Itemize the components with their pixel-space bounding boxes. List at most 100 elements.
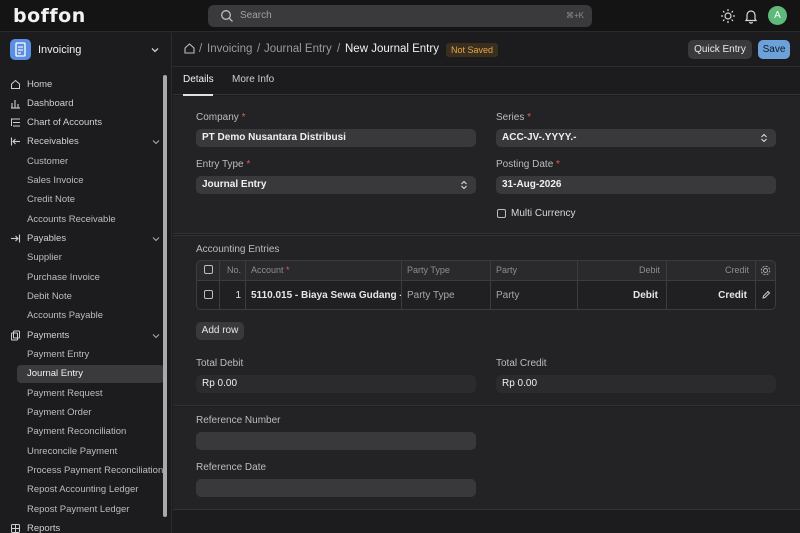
sidebar-item-debit-note[interactable]: Debit Note: [8, 288, 164, 306]
breadcrumb-journal-entry[interactable]: Journal Entry: [264, 43, 332, 55]
gear-icon[interactable]: [760, 265, 771, 276]
edit-icon[interactable]: [761, 290, 771, 300]
tab-more-info[interactable]: More Info: [232, 74, 274, 85]
breadcrumb-invoicing[interactable]: Invoicing: [207, 43, 252, 55]
page-title: New Journal Entry: [345, 43, 439, 55]
sidebar-item-home[interactable]: Home: [8, 76, 164, 94]
sidebar-item-sales-invoice[interactable]: Sales Invoice: [8, 172, 164, 190]
sidebar-item-credit-note[interactable]: Credit Note: [8, 191, 164, 209]
sidebar-item-journal-entry[interactable]: Journal Entry: [17, 365, 164, 383]
select-arrows-icon: [461, 180, 467, 190]
select-arrows-icon: [761, 133, 767, 143]
column-party-type: Party Type: [402, 261, 491, 280]
total-debit-label: Total Debit: [196, 358, 244, 369]
sidebar-item-receivables[interactable]: Receivables: [8, 133, 164, 151]
row-no: 1: [220, 280, 246, 309]
total-debit-field: Rp 0.00: [196, 375, 476, 393]
row-checkbox[interactable]: [204, 290, 213, 299]
sidebar-item-reports[interactable]: Reports: [8, 520, 164, 533]
sidebar-item-purchase-invoice[interactable]: Purchase Invoice: [8, 269, 164, 287]
company-field[interactable]: PT Demo Nusantara Distribusi: [196, 129, 476, 147]
sidebar-item-payment-entry[interactable]: Payment Entry: [8, 346, 164, 364]
reference-number-field[interactable]: [196, 432, 476, 450]
main-content: / Invoicing / Journal Entry / New Journa…: [173, 33, 800, 533]
multi-currency-label: Multi Currency: [511, 208, 576, 219]
posting-date-label: Posting Date *: [496, 159, 560, 170]
payments-icon: [11, 330, 20, 341]
sidebar-item-supplier[interactable]: Supplier: [8, 249, 164, 267]
series-select[interactable]: ACC-JV-.YYYY.-: [496, 129, 776, 147]
chevron-down-icon: [151, 48, 159, 53]
sidebar-item-accounts-receivable[interactable]: Accounts Receivable: [8, 211, 164, 229]
app-logo[interactable]: boffon: [13, 5, 86, 27]
chevron-down-icon: [152, 334, 160, 339]
arrow-in-icon: [10, 137, 20, 146]
accounting-grid: No. Account * Party Type Party Debit Cre…: [196, 260, 776, 310]
add-row-button[interactable]: Add row: [196, 322, 244, 340]
sidebar-item-repost-accounting-ledger[interactable]: Repost Accounting Ledger: [8, 481, 164, 499]
posting-date-field[interactable]: 31-Aug-2026: [496, 176, 776, 194]
table-row: [197, 280, 220, 309]
column-credit: Credit: [667, 261, 756, 280]
series-label: Series *: [496, 112, 532, 123]
status-badge: Not Saved: [446, 43, 499, 57]
chevron-down-icon: [152, 237, 160, 242]
row-debit[interactable]: Debit: [578, 280, 667, 309]
reference-number-label: Reference Number: [196, 415, 281, 426]
accounting-entries-label: Accounting Entries: [196, 244, 280, 255]
theme-toggle-icon[interactable]: [720, 8, 736, 24]
accounting-section: Accounting Entries No. Account * Party T…: [173, 235, 800, 406]
total-credit-label: Total Credit: [496, 358, 547, 369]
search-placeholder: Search: [240, 10, 272, 21]
bar-chart-icon: [11, 100, 20, 109]
top-bar: boffon Search ⌘+K A: [0, 0, 800, 32]
reports-icon: [11, 524, 20, 533]
reference-date-label: Reference Date: [196, 462, 267, 473]
sidebar-item-payment-reconciliation[interactable]: Payment Reconciliation: [8, 423, 164, 441]
save-button[interactable]: Save: [758, 40, 790, 59]
sidebar-item-payables[interactable]: Payables: [8, 230, 164, 248]
sidebar-item-dashboard[interactable]: Dashboard: [8, 95, 164, 113]
invoicing-icon: [10, 39, 31, 60]
home-icon[interactable]: [183, 42, 196, 55]
list-tree-icon: [11, 118, 20, 127]
quick-entry-button[interactable]: Quick Entry: [688, 40, 752, 59]
reference-date-field[interactable]: [196, 479, 476, 497]
sidebar-item-customer[interactable]: Customer: [8, 153, 164, 171]
sidebar-item-payment-request[interactable]: Payment Request: [8, 385, 164, 403]
home-icon: [11, 79, 20, 89]
arrow-out-icon: [11, 234, 21, 243]
search-icon: [221, 10, 233, 22]
chevron-down-icon: [152, 140, 160, 145]
company-label: Company *: [196, 112, 246, 123]
row-party[interactable]: Party: [491, 280, 578, 309]
sidebar-item-payment-order[interactable]: Payment Order: [8, 404, 164, 422]
sidebar: Invoicing Home Dashboard Chart of Accoun…: [0, 33, 172, 533]
search-bar[interactable]: Search ⌘+K: [208, 5, 592, 27]
workspace-switcher[interactable]: Invoicing: [8, 37, 166, 63]
sidebar-item-chart-of-accounts[interactable]: Chart of Accounts: [8, 114, 164, 132]
multi-currency-checkbox[interactable]: [497, 209, 506, 218]
select-all-checkbox[interactable]: [204, 265, 213, 274]
sidebar-item-repost-payment-ledger[interactable]: Repost Payment Ledger: [8, 501, 164, 519]
tabs-bar: Details More Info: [173, 66, 800, 96]
row-credit[interactable]: Credit: [667, 280, 756, 309]
avatar[interactable]: A: [768, 6, 787, 25]
bell-icon[interactable]: [743, 8, 759, 24]
tab-details[interactable]: Details: [183, 74, 214, 85]
sidebar-item-accounts-payable[interactable]: Accounts Payable: [8, 307, 164, 325]
reference-section: Reference Number Reference Date: [173, 407, 800, 510]
sidebar-scrollbar[interactable]: [163, 75, 167, 517]
column-no: No.: [220, 261, 246, 280]
sidebar-item-unreconcile-payment[interactable]: Unreconcile Payment: [8, 443, 164, 461]
sidebar-item-process-payment-reconciliation[interactable]: Process Payment Reconciliation: [8, 462, 164, 480]
column-debit: Debit: [578, 261, 667, 280]
details-section: Company * PT Demo Nusantara Distribusi S…: [173, 96, 800, 234]
row-account[interactable]: 5110.015 - Biaya Sewa Gudang -: [246, 280, 402, 309]
row-party-type[interactable]: Party Type: [402, 280, 491, 309]
search-shortcut: ⌘+K: [565, 11, 584, 20]
column-account: Account *: [246, 261, 402, 280]
entry-type-label: Entry Type *: [196, 159, 251, 170]
entry-type-select[interactable]: Journal Entry: [196, 176, 476, 194]
sidebar-item-payments[interactable]: Payments: [8, 327, 164, 345]
